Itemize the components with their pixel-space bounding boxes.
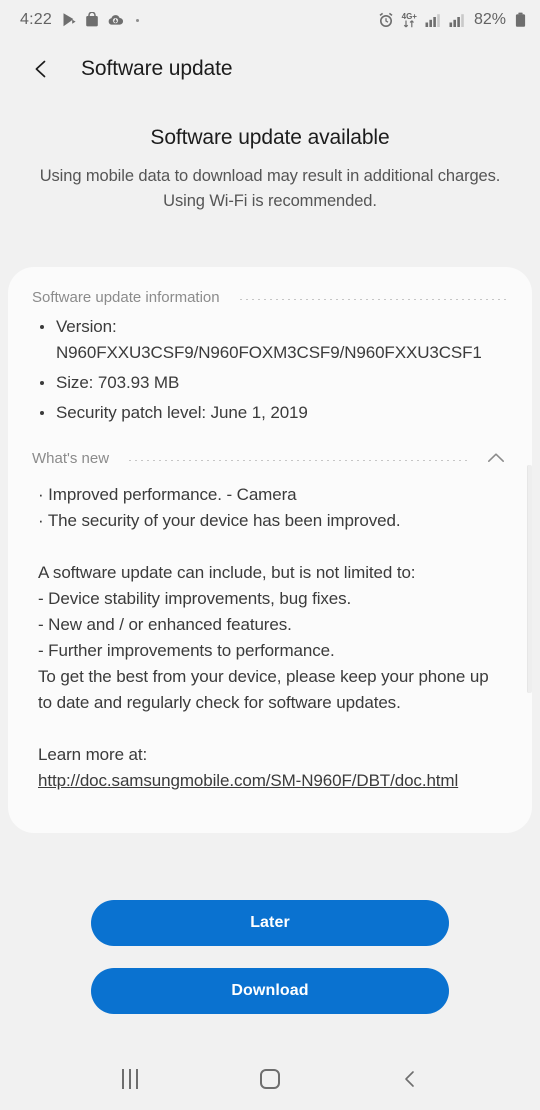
action-buttons: Later Download — [0, 900, 540, 1014]
recents-icon[interactable] — [102, 1057, 158, 1101]
status-time: 4:22 — [20, 11, 52, 29]
whats-new-paragraph-2: A software update can include, but is no… — [38, 560, 504, 716]
play-store-icon — [62, 12, 77, 28]
back-chevron-icon[interactable] — [24, 52, 58, 86]
paragraph-spacer — [38, 716, 504, 742]
network-type-icon: 4G+ — [402, 13, 417, 28]
update-details-card: Software update information Version: N96… — [8, 267, 532, 833]
home-icon[interactable] — [242, 1057, 298, 1101]
app-bar: Software update — [0, 40, 540, 98]
whats-new-title: What's new — [32, 450, 109, 467]
whats-new-paragraph-1: · Improved performance. - Camera · The s… — [38, 482, 504, 534]
galaxy-store-icon — [85, 12, 99, 28]
headline-block: Software update available Using mobile d… — [0, 98, 540, 214]
dotted-divider — [238, 299, 510, 300]
learn-more-label: Learn more at: — [38, 742, 504, 768]
dotted-divider — [127, 460, 468, 461]
list-item: Size: 703.93 MB — [38, 370, 506, 396]
battery-icon — [515, 12, 526, 28]
update-info-list: Version: N960FXXU3CSF9/N960FOXM3CSF9/N96… — [8, 306, 532, 426]
info-section-title: Software update information — [32, 289, 220, 306]
signal-bars-sim1-icon — [425, 13, 441, 28]
status-bar-right: 4G+ 82% — [378, 11, 526, 29]
whats-new-body: · Improved performance. - Camera · The s… — [8, 472, 532, 794]
later-button[interactable]: Later — [91, 900, 449, 946]
headline-title: Software update available — [30, 126, 510, 150]
more-dot-icon — [136, 19, 139, 22]
headline-subtitle: Using mobile data to download may result… — [30, 164, 510, 214]
download-button[interactable]: Download — [91, 968, 449, 1014]
page-title: Software update — [81, 57, 232, 81]
whats-new-section-header[interactable]: What's new — [8, 430, 532, 472]
status-bar: 4:22 — [0, 0, 540, 40]
system-navigation-bar — [0, 1048, 540, 1110]
signal-bars-sim2-icon — [449, 13, 465, 28]
network-type-label: 4G+ — [402, 13, 417, 20]
list-item: Version: N960FXXU3CSF9/N960FOXM3CSF9/N96… — [38, 314, 506, 366]
cloud-download-icon — [107, 12, 124, 28]
learn-more-link[interactable]: http://doc.samsungmobile.com/SM-N960F/DB… — [38, 771, 458, 790]
chevron-up-icon[interactable] — [482, 444, 510, 472]
info-section-header: Software update information — [8, 267, 532, 306]
paragraph-spacer — [38, 534, 504, 560]
list-item: Security patch level: June 1, 2019 — [38, 400, 506, 426]
battery-percent-label: 82% — [474, 11, 506, 29]
nav-back-icon[interactable] — [382, 1057, 438, 1101]
card-scrollbar[interactable] — [527, 465, 532, 693]
alarm-icon — [378, 12, 394, 28]
status-bar-left: 4:22 — [20, 11, 139, 29]
